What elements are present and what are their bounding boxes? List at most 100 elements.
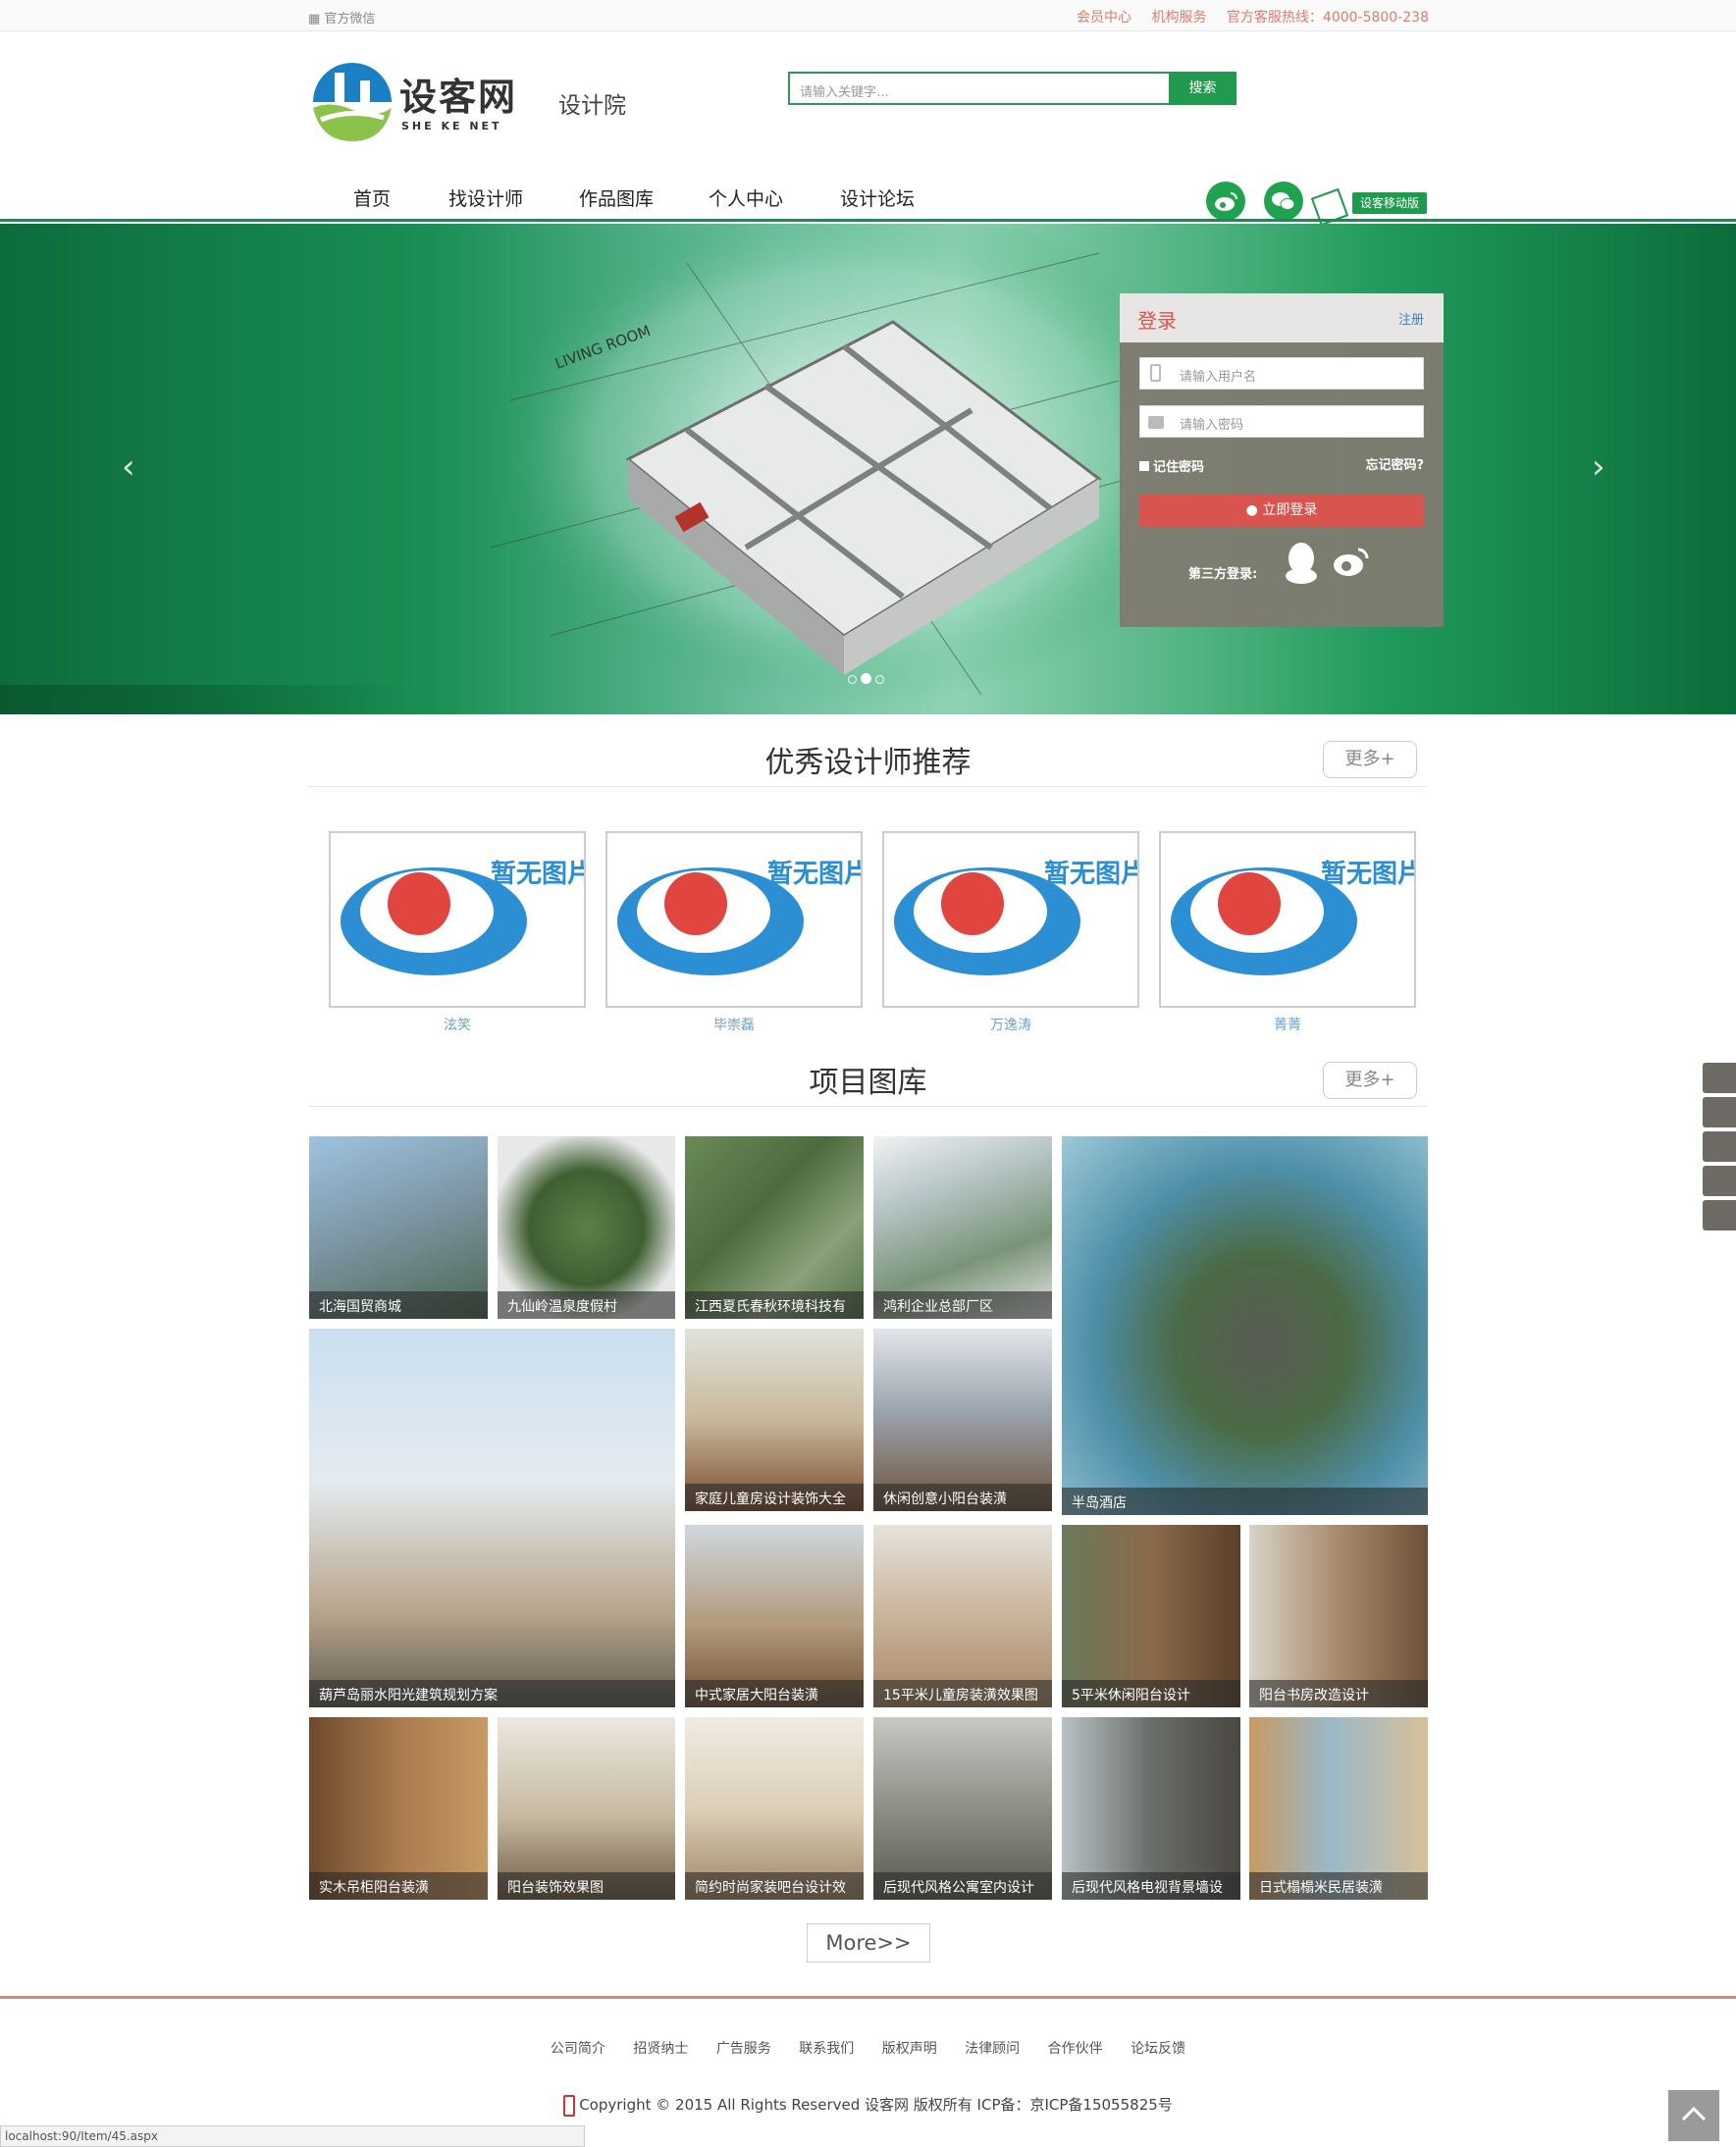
- footer-link-contact[interactable]: 联系我们: [799, 2041, 854, 2057]
- slide-dots: [848, 669, 884, 688]
- gallery-item[interactable]: 日式榻榻米民居装潢: [1249, 1717, 1428, 1900]
- back-to-top-button[interactable]: [1668, 2090, 1719, 2141]
- prev-slide-icon[interactable]: ‹: [122, 447, 135, 487]
- designer-name[interactable]: 毕崇磊: [605, 1015, 863, 1034]
- top-links: 会员中心 机构服务 官方客服热线：4000-5800-238: [1061, 7, 1429, 26]
- gallery-item[interactable]: 北海国贸商城: [309, 1136, 488, 1319]
- designer-card[interactable]: 暂无图片: [605, 831, 869, 1008]
- chevron-up-icon: [1681, 2106, 1707, 2121]
- cart-icon[interactable]: [1703, 1063, 1736, 1093]
- designer-card[interactable]: 暂无图片: [329, 831, 593, 1008]
- designers-more-button[interactable]: 更多+: [1323, 741, 1417, 778]
- designer-name[interactable]: 万逸涛: [882, 1015, 1139, 1034]
- footer-divider: [0, 1996, 1736, 1999]
- footer-link-partners[interactable]: 合作伙伴: [1048, 2041, 1103, 2057]
- gallery-item[interactable]: 鸿利企业总部厂区: [873, 1136, 1052, 1319]
- load-more-button[interactable]: More>>: [807, 1923, 930, 1963]
- designer-name[interactable]: 菁菁: [1159, 1015, 1416, 1034]
- password-input[interactable]: 请输入密码: [1139, 405, 1424, 438]
- wechat-link[interactable]: ▦ 官方微信: [308, 8, 375, 26]
- mobile-phone-icon: [563, 2094, 576, 2117]
- gallery-item[interactable]: 家庭儿童房设计装饰大全: [685, 1329, 864, 1511]
- gallery-item[interactable]: 葫芦岛丽水阳光建筑规划方案: [309, 1329, 675, 1707]
- gallery-item[interactable]: 江西夏氏春秋环境科技有: [685, 1136, 864, 1319]
- gallery-item[interactable]: 阳台装饰效果图: [498, 1717, 675, 1900]
- member-center-link[interactable]: 会员中心: [1077, 10, 1131, 26]
- floorplan-illustration: LIVING ROOM: [481, 224, 1227, 705]
- gallery-title: 项目图库: [809, 1066, 927, 1100]
- remember-checkbox[interactable]: [1139, 461, 1149, 471]
- nav-divider: [0, 219, 1736, 222]
- nav-home[interactable]: 首页: [353, 184, 391, 211]
- login-button[interactable]: ● 立即登录: [1139, 495, 1424, 527]
- designer-card[interactable]: 暂无图片: [882, 831, 1146, 1008]
- user-icon[interactable]: [1703, 1200, 1736, 1231]
- no-image-placeholder-icon: 暂无图片: [1171, 859, 1423, 975]
- footer-link-copyright[interactable]: 版权声明: [882, 2041, 937, 2057]
- svg-text:暂无图片: 暂无图片: [767, 859, 861, 889]
- user-icon: ●: [1245, 502, 1263, 518]
- designer-name[interactable]: 泫笑: [329, 1015, 586, 1034]
- gallery-item[interactable]: 中式家居大阳台装潢: [685, 1525, 864, 1707]
- gallery-item[interactable]: 实木吊柜阳台装潢: [309, 1717, 488, 1900]
- qq-icon[interactable]: [1282, 541, 1321, 586]
- footer-link-legal[interactable]: 法律顾问: [965, 2041, 1020, 2057]
- mobile-version-button[interactable]: 设客移动版: [1352, 192, 1427, 214]
- svg-text:暂无图片: 暂无图片: [1044, 859, 1137, 889]
- org-service-link[interactable]: 机构服务: [1151, 10, 1206, 26]
- microphone-icon[interactable]: [1703, 1131, 1736, 1162]
- search-input[interactable]: 请输入关键字…: [788, 72, 1169, 105]
- svg-text:暂无图片: 暂无图片: [1321, 859, 1414, 889]
- username-input[interactable]: 请输入用户名: [1139, 357, 1424, 390]
- no-image-placeholder-icon: 暂无图片: [894, 859, 1146, 975]
- gallery-item[interactable]: 休闲创意小阳台装潢: [873, 1329, 1052, 1511]
- footer-link-jobs[interactable]: 招贤纳士: [633, 2041, 688, 2057]
- weibo-icon[interactable]: [1206, 182, 1245, 221]
- footer-link-ads[interactable]: 广告服务: [716, 2041, 771, 2057]
- nav-find-designer[interactable]: 找设计师: [448, 184, 523, 211]
- gallery-item[interactable]: 九仙岭温泉度假村: [498, 1136, 675, 1319]
- gallery-item[interactable]: 后现代风格电视背景墙设: [1062, 1717, 1240, 1900]
- nav-forum[interactable]: 设计论坛: [840, 184, 915, 211]
- svg-text:暂无图片: 暂无图片: [491, 859, 584, 889]
- nav-personal-center[interactable]: 个人中心: [709, 184, 783, 211]
- slide-dot-active[interactable]: [861, 673, 871, 684]
- gallery-item[interactable]: 15平米儿童房装潢效果图: [873, 1525, 1052, 1707]
- banner-shadow: [0, 685, 412, 714]
- slide-dot[interactable]: [875, 675, 884, 684]
- hotline-text: 官方客服热线：4000-5800-238: [1226, 10, 1429, 26]
- remember-me[interactable]: 记住密码: [1139, 456, 1204, 475]
- phone-icon: [1150, 364, 1161, 382]
- no-image-placeholder-icon: 暂无图片: [617, 859, 869, 975]
- slide-dot[interactable]: [848, 675, 857, 684]
- lock-icon: [1148, 416, 1164, 429]
- gallery-item[interactable]: 阳台书房改造设计: [1249, 1525, 1428, 1707]
- section-title: 设计院: [558, 93, 626, 119]
- weibo-login-icon[interactable]: [1331, 544, 1372, 579]
- section-divider: [308, 786, 1427, 787]
- footer-link-feedback[interactable]: 论坛反馈: [1131, 2041, 1185, 2057]
- gallery-item[interactable]: 后现代风格公寓室内设计: [873, 1717, 1052, 1900]
- forgot-password-link[interactable]: 忘记密码?: [1365, 454, 1424, 473]
- gallery-item[interactable]: 简约时尚家装吧台设计效: [685, 1717, 864, 1900]
- register-link[interactable]: 注册: [1398, 309, 1424, 328]
- gallery-item[interactable]: 5平米休闲阳台设计: [1062, 1525, 1240, 1707]
- gallery-item[interactable]: 半岛酒店: [1062, 1136, 1428, 1515]
- wechat-icon[interactable]: [1264, 182, 1303, 221]
- footer-link-about[interactable]: 公司简介: [551, 2041, 605, 2057]
- logo-name: 设客网: [399, 76, 518, 119]
- search-button[interactable]: 搜索: [1169, 72, 1236, 105]
- top-bar: ▦ 官方微信 会员中心 机构服务 官方客服热线：4000-5800-238: [0, 0, 1736, 31]
- login-title: 登录: [1137, 309, 1177, 333]
- site-logo[interactable]: 设客网 SHE KE NET 设计院: [311, 61, 645, 144]
- designer-card[interactable]: 暂无图片: [1159, 831, 1423, 1008]
- section-divider: [308, 1106, 1427, 1107]
- search-bar: 请输入关键字… 搜索: [788, 72, 1236, 105]
- next-slide-icon[interactable]: ›: [1592, 447, 1605, 487]
- login-panel: 登录 注册 请输入用户名 请输入密码 记住密码 忘记密码? ● 立即登录 第三方…: [1120, 293, 1444, 627]
- nav-gallery[interactable]: 作品图库: [579, 184, 654, 211]
- hero-banner: LIVING ROOM ‹ ›: [0, 224, 1736, 714]
- gallery-more-button[interactable]: 更多+: [1323, 1062, 1417, 1099]
- headset-icon[interactable]: [1703, 1097, 1736, 1127]
- qq-chat-icon[interactable]: [1703, 1166, 1736, 1196]
